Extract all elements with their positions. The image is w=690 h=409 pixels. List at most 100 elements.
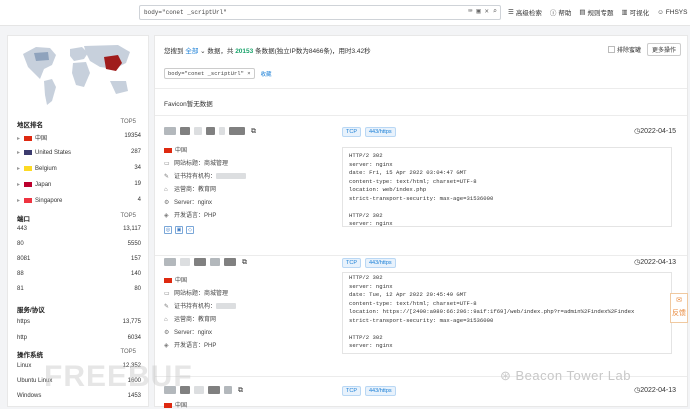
advanced-search-icon: ☰ <box>508 9 514 16</box>
stat-name: 中国 <box>35 136 48 142</box>
user-link[interactable]: ☺ FHSYS <box>657 7 687 17</box>
fingerprint-icon[interactable]: ◎ <box>164 226 172 234</box>
china-flag-icon <box>164 277 172 283</box>
top-bar: body="conet _scriptUrl" ⌨ ▣ ✕ ⌕ ☰ 高级检索 ⓘ 帮… <box>0 0 690 26</box>
copy-icon[interactable]: ⧉ <box>242 259 247 266</box>
server-icon: ⚙ <box>164 330 170 336</box>
region-top5: TOP5 <box>120 119 136 125</box>
port-tag[interactable]: 443/https <box>365 258 396 268</box>
stat-count: 19 <box>134 181 141 187</box>
search-query: body="conet _scriptUrl" <box>144 9 227 16</box>
ip-redacted: ⧉ <box>164 258 247 268</box>
expand-icon[interactable]: ▸ <box>17 150 20 156</box>
help-link[interactable]: ⓘ 帮助 <box>550 7 572 17</box>
stat-name: 88 <box>17 271 24 277</box>
operator-icon: ⌂ <box>164 187 168 193</box>
shield-icon[interactable]: ◇ <box>186 226 194 234</box>
stat-row[interactable]: 8081 157 <box>17 256 141 268</box>
port-title: 端口 <box>17 216 30 223</box>
stat-row[interactable]: ▸ 中国 19354 <box>17 133 141 145</box>
stat-name: http <box>17 335 28 341</box>
feedback-icon: ✉ <box>676 297 682 304</box>
scope-dropdown[interactable]: 全部 <box>185 48 198 55</box>
more-actions-button[interactable]: 更多操作 <box>646 43 681 56</box>
stat-count: 287 <box>130 149 141 155</box>
result-total: 20153 <box>235 48 254 55</box>
monitor-icon: ▭ <box>164 161 170 167</box>
collect-link[interactable]: 收藏 <box>261 70 272 78</box>
search-input[interactable]: body="conet _scriptUrl" ⌨ ▣ ✕ ⌕ <box>139 5 501 20</box>
stat-name: Singapore <box>35 198 63 204</box>
expand-icon[interactable]: ▸ <box>17 198 20 204</box>
expand-icon[interactable]: ▸ <box>17 182 20 188</box>
clear-icon[interactable]: ✕ <box>485 6 489 19</box>
monitor-icon: ▭ <box>164 291 170 297</box>
stat-row[interactable]: 80 5550 <box>17 241 141 253</box>
stat-row[interactable]: https 13,775 <box>17 319 141 331</box>
cert-icon: ✎ <box>164 304 170 310</box>
stat-name: Belgium <box>35 166 57 172</box>
feedback-button[interactable]: ✉ 反馈 <box>670 293 688 323</box>
dev-lang: ◈ 开发语言：PHP <box>164 343 217 349</box>
stat-row[interactable]: ▸ Belgium 34 <box>17 165 141 177</box>
result-card: ⧉ TCP 443/https ◷2022-04-13 中国 <box>164 386 682 409</box>
divider <box>155 88 687 89</box>
copy-icon[interactable]: ⧉ <box>238 387 243 394</box>
date-label: ◷2022-04-13 <box>634 259 676 266</box>
freebuf-watermark: FREEBUF <box>44 360 193 393</box>
stat-row[interactable]: 443 13,117 <box>17 226 141 238</box>
rules-link[interactable]: ▤ 规则专题 <box>579 7 613 17</box>
os-title: 操作系统 <box>17 352 43 359</box>
cert-owner: ✎ 证书持有机构： <box>164 171 250 180</box>
port-tag[interactable]: 443/https <box>365 127 396 137</box>
protocol-tag[interactable]: TCP <box>342 386 361 396</box>
stat-count: 5550 <box>127 241 141 247</box>
help-icon: ⓘ <box>549 10 557 17</box>
site-title: ▭ 网站标题：商城管理 <box>164 291 229 297</box>
stat-count: 13,775 <box>122 319 141 325</box>
stat-row[interactable]: ▸ United States 287 <box>17 149 141 161</box>
stat-name: 80 <box>17 241 24 247</box>
visual-link[interactable]: ▥ 可视化 <box>621 7 649 17</box>
exclude-honeypot-toggle[interactable]: 排除蜜罐 <box>607 45 641 54</box>
copy-icon[interactable]: ⧉ <box>251 128 256 135</box>
region-title: 地区排名 <box>17 122 43 129</box>
stat-count: 157 <box>130 256 141 262</box>
checkbox[interactable] <box>607 46 615 53</box>
divider <box>155 255 687 256</box>
stat-row[interactable]: ▸ Singapore 4 <box>17 197 141 209</box>
stat-row[interactable]: 88 140 <box>17 271 141 283</box>
stat-row[interactable]: http 6034 <box>17 335 141 347</box>
cert-owner: ✎ 证书持有机构： <box>164 301 240 310</box>
stat-row[interactable]: Windows 1453 <box>17 393 141 405</box>
stat-name: 443 <box>17 226 28 232</box>
protocol-tag[interactable]: TCP <box>342 258 361 268</box>
country: 中国 <box>164 275 187 284</box>
advanced-search-link[interactable]: ☰ 高级检索 <box>508 7 542 17</box>
result-card: ⧉ TCP 443/https ◷2022-04-13 中国 ▭ 网站标题：商城管… <box>164 258 682 378</box>
flag-icon <box>24 149 33 155</box>
world-map <box>18 39 138 112</box>
protocol-tag[interactable]: TCP <box>342 127 361 137</box>
date-label: ◷2022-04-13 <box>634 387 676 394</box>
stat-row[interactable]: ▸ Japan 19 <box>17 181 141 193</box>
query-chip[interactable]: body="conet _scriptUrl" × <box>164 68 255 79</box>
expand-icon[interactable]: ▸ <box>17 166 20 172</box>
port-tag[interactable]: 443/https <box>365 386 396 396</box>
image-search-icon[interactable]: ▣ <box>476 6 480 19</box>
ip-redacted: ⧉ <box>164 127 256 137</box>
result-summary: 您搜到 全部 ⌄ 数据，共 20153 条数据(独立IP数为8466条)，用时3… <box>164 48 371 55</box>
result-card: ⧉ TCP 443/https ◷2022-04-15 中国 ▭ 网站标题：商城管… <box>164 127 682 247</box>
rules-icon: ▤ <box>579 9 586 16</box>
response-headers: HTTP/2 302 server: nginx date: Tue, 12 A… <box>342 272 672 354</box>
china-flag-icon <box>164 147 172 153</box>
code-icon: ◈ <box>164 343 169 349</box>
stat-name: Japan <box>35 182 52 188</box>
stat-row[interactable]: 81 80 <box>17 286 141 298</box>
search-icon[interactable]: ⌕ <box>493 6 497 19</box>
stat-name: United States <box>35 150 72 156</box>
expand-icon[interactable]: ▸ <box>17 136 20 142</box>
keyboard-icon[interactable]: ⌨ <box>468 6 472 19</box>
top-nav: ☰ 高级检索 ⓘ 帮助 ▤ 规则专题 ▥ 可视化 ☺ FHSYS <box>508 7 687 18</box>
screenshot-icon[interactable]: ▣ <box>175 226 183 234</box>
